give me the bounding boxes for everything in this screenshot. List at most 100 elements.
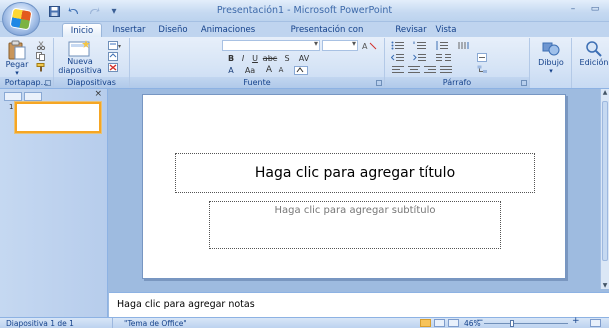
- svg-text:A: A: [362, 42, 368, 50]
- increase-indent-icon[interactable]: [413, 53, 427, 62]
- ribbon: Pegar ▾ Portapap... Nueva diapositiva ▾ …: [0, 37, 609, 89]
- cut-icon[interactable]: [36, 41, 46, 51]
- maximize-icon[interactable]: ▭: [585, 2, 605, 16]
- italic-button[interactable]: I: [238, 53, 248, 64]
- status-bar: Diapositiva 1 de 1 "Tema de Office" 46% …: [0, 317, 609, 328]
- group-slides: Nueva diapositiva ▾ ▾ Diapositivas: [54, 38, 130, 88]
- svg-text:▾: ▾: [118, 43, 121, 50]
- grow-font-button[interactable]: A: [264, 65, 274, 76]
- copy-icon[interactable]: [36, 52, 46, 61]
- zoom-slider-knob[interactable]: [510, 320, 514, 327]
- font-size-combo[interactable]: [322, 39, 358, 51]
- bold-button[interactable]: B: [226, 53, 236, 64]
- align-left-icon[interactable]: [391, 65, 405, 74]
- window-controls: – ▭: [563, 2, 605, 16]
- layout-icon[interactable]: ▾: [108, 41, 121, 50]
- slides-pane-tabs: ×: [4, 89, 104, 102]
- tab-slides-icon[interactable]: [4, 92, 22, 101]
- char-spacing-button[interactable]: AV: [296, 53, 312, 64]
- tab-presentacion[interactable]: Presentación con diapositivas: [264, 23, 390, 49]
- delete-slide-icon[interactable]: [108, 63, 118, 72]
- editing-label: Edición: [579, 58, 609, 67]
- align-text-icon[interactable]: [477, 53, 491, 62]
- align-right-icon[interactable]: [423, 65, 437, 74]
- paste-label: Pegar: [5, 60, 29, 69]
- group-clipboard: Pegar ▾ Portapap...: [0, 38, 54, 88]
- scroll-up-icon[interactable]: ▲: [601, 89, 609, 96]
- reset-slide-icon[interactable]: [108, 52, 118, 61]
- zoom-slider[interactable]: [484, 320, 568, 327]
- slide-sorter-view-icon[interactable]: [434, 319, 445, 327]
- editing-button[interactable]: Edición: [574, 40, 609, 67]
- scroll-down-icon[interactable]: ▼: [601, 282, 609, 289]
- group-font: A B I U abc S AV A Aa A A Fuente: [130, 38, 385, 88]
- status-divider: [112, 318, 113, 328]
- slide-counter: Diapositiva 1 de 1: [6, 319, 74, 328]
- slide-editing-area: Haga clic para agregar título Haga clic …: [109, 89, 600, 289]
- tab-inicio[interactable]: Inicio: [62, 23, 102, 37]
- office-button[interactable]: [2, 2, 40, 36]
- font-name-combo[interactable]: [222, 39, 320, 51]
- scroll-thumb[interactable]: [602, 101, 608, 261]
- fit-window-icon[interactable]: [590, 319, 601, 327]
- tab-insertar[interactable]: Insertar: [106, 23, 152, 37]
- paste-button[interactable]: Pegar ▾: [4, 40, 30, 78]
- align-center-icon[interactable]: [407, 65, 421, 74]
- shrink-font-button[interactable]: A: [276, 65, 286, 76]
- vertical-scrollbar[interactable]: ▲ ▼: [600, 89, 609, 289]
- slideshow-view-icon[interactable]: [448, 319, 459, 327]
- slides-pane: × 1: [0, 89, 108, 317]
- group-drawing: Dibujo ▾: [530, 38, 572, 88]
- office-logo-icon: [9, 7, 33, 31]
- format-painter-icon[interactable]: [36, 63, 46, 72]
- numbering-icon[interactable]: [413, 41, 427, 50]
- slide-thumbnail-number: 1: [9, 103, 14, 111]
- bullets-icon[interactable]: [391, 41, 405, 50]
- font-highlight-icon[interactable]: [294, 66, 308, 75]
- tab-diseno[interactable]: Diseño: [154, 23, 192, 37]
- normal-view-icon[interactable]: [420, 319, 431, 327]
- clear-formatting-icon[interactable]: A: [362, 41, 378, 51]
- shadow-button[interactable]: S: [282, 53, 292, 64]
- columns-icon[interactable]: [435, 53, 453, 62]
- notes-placeholder: Haga clic para agregar notas: [117, 299, 255, 310]
- line-spacing-icon[interactable]: [435, 41, 449, 50]
- notes-pane[interactable]: Haga clic para agregar notas: [109, 292, 609, 317]
- theme-name[interactable]: "Tema de Office": [124, 319, 187, 328]
- window-title: Presentación1 - Microsoft PowerPoint: [216, 5, 393, 16]
- slide-canvas[interactable]: Haga clic para agregar título Haga clic …: [142, 94, 566, 279]
- justify-icon[interactable]: [439, 65, 453, 74]
- clipboard-launcher-icon[interactable]: [45, 80, 51, 86]
- subtitle-placeholder[interactable]: Haga clic para agregar subtítulo: [209, 201, 501, 249]
- group-paragraph: Párrafo: [385, 38, 530, 88]
- zoom-in-icon[interactable]: +: [572, 317, 580, 326]
- slide-thumbnail[interactable]: [15, 102, 101, 133]
- group-label-slides: Diapositivas: [54, 77, 129, 88]
- zoom-out-icon[interactable]: −: [476, 317, 484, 326]
- strikethrough-button[interactable]: abc: [262, 53, 278, 64]
- underline-button[interactable]: U: [250, 53, 260, 64]
- pane-close-icon[interactable]: ×: [94, 89, 102, 99]
- find-icon: [586, 41, 602, 57]
- ribbon-tabs: Inicio Insertar Diseño Animaciones Prese…: [0, 22, 609, 49]
- paragraph-launcher-icon[interactable]: [521, 80, 527, 86]
- new-slide-label: Nueva: [67, 57, 93, 66]
- font-launcher-icon[interactable]: [376, 80, 382, 86]
- paste-icon: [8, 40, 26, 60]
- title-placeholder[interactable]: Haga clic para agregar título: [175, 153, 535, 193]
- shapes-icon: [542, 42, 560, 56]
- new-slide-icon: [68, 40, 90, 57]
- minimize-icon[interactable]: –: [563, 2, 583, 16]
- tab-animaciones[interactable]: Animaciones: [194, 23, 262, 37]
- tab-vista[interactable]: Vista: [430, 23, 462, 37]
- smartart-icon[interactable]: [477, 65, 491, 74]
- text-direction-icon[interactable]: [457, 41, 471, 50]
- drawing-label: Dibujo: [538, 58, 564, 67]
- group-label-paragraph: Párrafo: [385, 77, 529, 88]
- tab-revisar[interactable]: Revisar: [394, 23, 428, 37]
- drawing-button[interactable]: Dibujo ▾: [533, 40, 569, 76]
- change-case-button[interactable]: Aa: [242, 65, 258, 76]
- tab-outline-icon[interactable]: [24, 92, 42, 101]
- font-color-button[interactable]: A: [226, 65, 236, 76]
- decrease-indent-icon[interactable]: [390, 53, 405, 62]
